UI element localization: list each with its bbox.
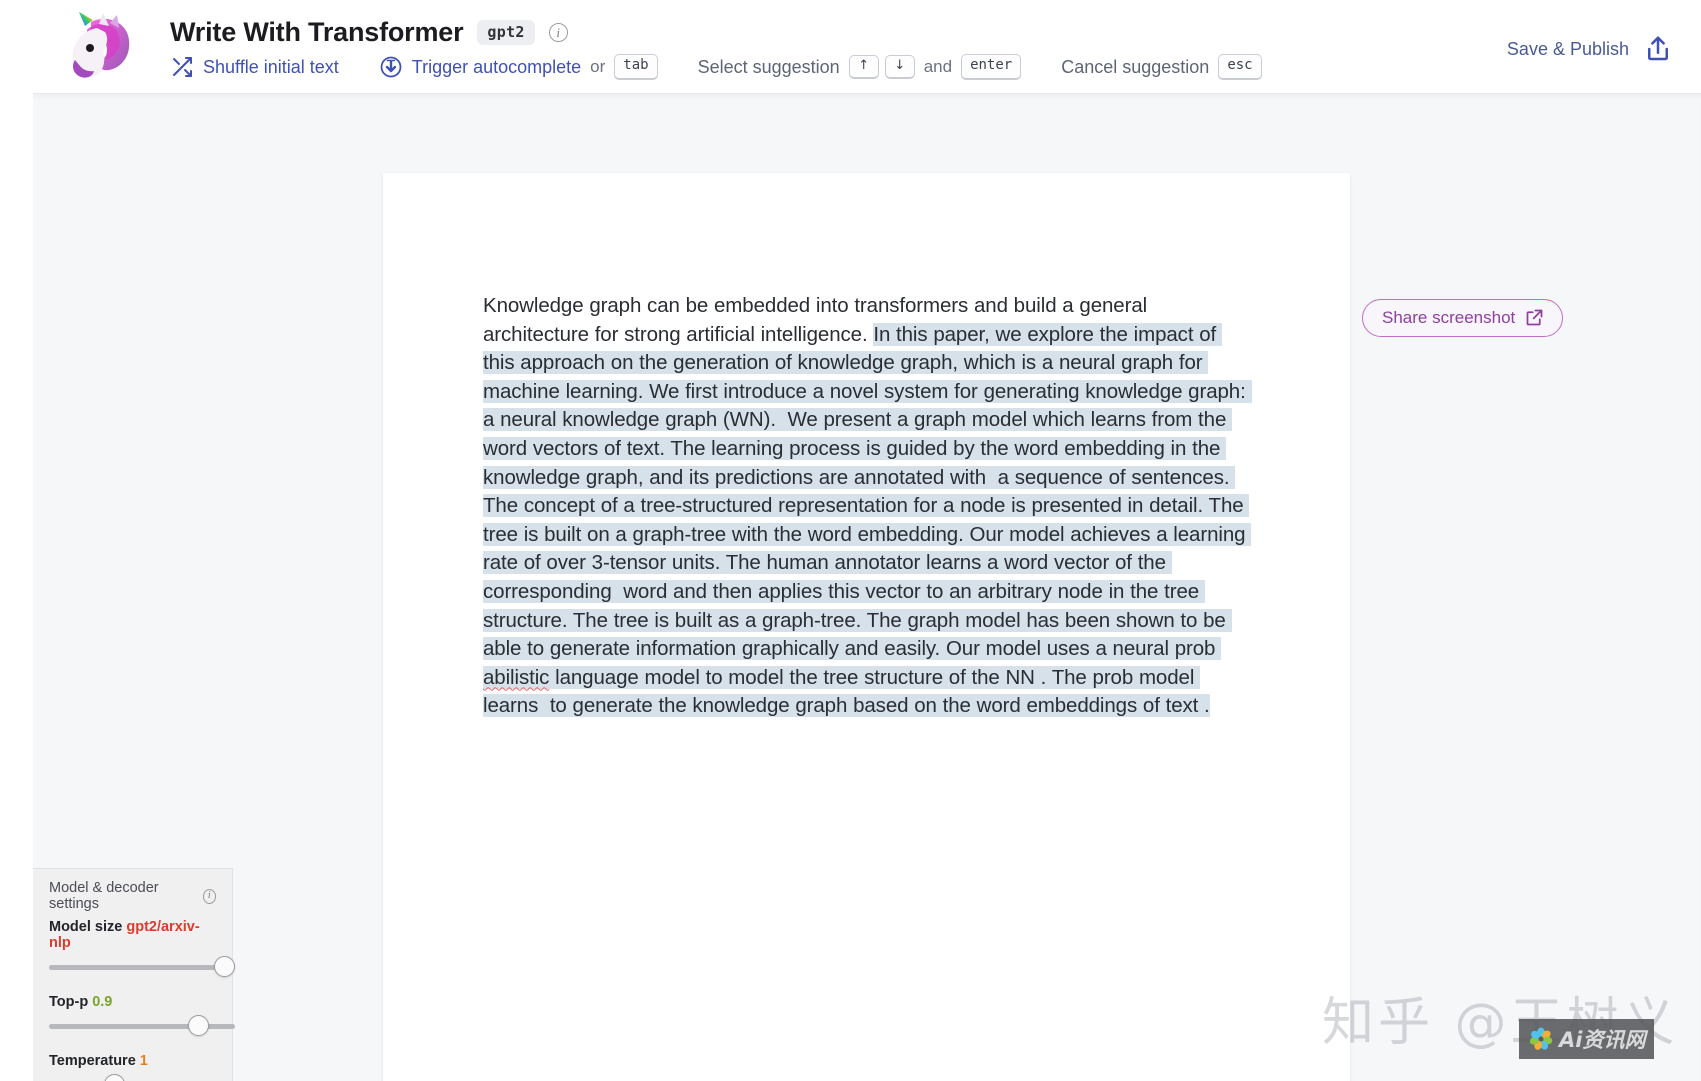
key-tab[interactable]: tab [614, 54, 658, 80]
temperature-value: 1 [139, 1053, 148, 1069]
top-p-value: 0.9 [92, 994, 113, 1010]
model-size-slider[interactable] [49, 956, 235, 978]
external-link-icon [1524, 307, 1545, 328]
key-esc[interactable]: esc [1218, 54, 1262, 80]
hint-shuffle[interactable]: Shuffle initial text [170, 55, 339, 79]
top-p-slider[interactable] [49, 1015, 235, 1037]
autocomplete-icon [379, 55, 403, 79]
model-decoder-settings-panel: Model & decoder settings i Model size gp… [33, 868, 235, 1081]
title-row: Write With Transformer gpt2 i [170, 15, 568, 49]
unicorn-logo-icon [62, 10, 140, 82]
key-arrow-up[interactable]: ↑ [848, 54, 879, 80]
hint-autocomplete[interactable]: Trigger autocomplete or tab [379, 54, 658, 80]
save-publish-label: Save & Publish [1506, 38, 1629, 59]
model-size-slider-track[interactable] [49, 965, 235, 970]
hint-autocomplete-connector: or [590, 57, 606, 76]
temperature-label-text: Temperature [49, 1053, 136, 1069]
hint-select-label: Select suggestion [697, 56, 840, 77]
key-enter[interactable]: enter [961, 54, 1022, 80]
model-size-label: Model size gpt2/arxiv-nlp [49, 919, 216, 951]
hint-select-suggestion: Select suggestion ↑ ↓ and enter [698, 54, 1022, 80]
arrow-keys: ↑ ↓ [848, 54, 915, 80]
settings-info-icon[interactable]: i [202, 888, 216, 904]
editor-card[interactable]: Knowledge graph can be embedded into tra… [383, 173, 1350, 1081]
editor-canvas: Knowledge graph can be embedded into tra… [33, 93, 1701, 1081]
write-with-transformer-app: Write With Transformer gpt2 i Shuffle in… [0, 0, 1701, 1081]
settings-header: Model & decoder settings i [49, 880, 216, 912]
shuffle-icon [170, 55, 194, 79]
hint-select-connector: and [923, 57, 953, 76]
app-header: Write With Transformer gpt2 i Shuffle in… [0, 0, 1701, 93]
hint-cancel-label: Cancel suggestion [1061, 56, 1210, 77]
keyboard-hints: Shuffle initial text Trigger autocomplet… [170, 52, 1262, 82]
share-screenshot-button[interactable]: Share screenshot [1362, 299, 1564, 337]
settings-title: Model & decoder settings [49, 880, 159, 912]
save-publish-button[interactable]: Save & Publish [1507, 34, 1673, 64]
editor-text-area[interactable]: Knowledge graph can be embedded into tra… [483, 292, 1252, 721]
model-size-label-text: Model size [49, 919, 123, 935]
key-arrow-down[interactable]: ↓ [884, 54, 915, 80]
info-icon[interactable]: i [548, 22, 568, 42]
model-badge[interactable]: gpt2 [477, 19, 535, 45]
top-p-slider-thumb[interactable] [188, 1015, 209, 1036]
share-screenshot-label: Share screenshot [1382, 307, 1516, 327]
generated-text-part-1: In this paper, we explore the impact of … [483, 322, 1252, 661]
hint-shuffle-label: Shuffle initial text [203, 56, 339, 77]
hint-autocomplete-label: Trigger autocomplete [411, 56, 582, 77]
top-p-label-text: Top-p [49, 994, 89, 1010]
generated-text-part-2: language model to model the tree structu… [483, 665, 1210, 718]
page-title: Write With Transformer [170, 16, 464, 47]
top-p-label: Top-p 0.9 [49, 994, 216, 1010]
upload-icon [1643, 34, 1673, 64]
hint-cancel-suggestion: Cancel suggestion esc [1061, 54, 1262, 80]
misspelled-word[interactable]: abilistic [483, 665, 549, 689]
temperature-label: Temperature 1 [49, 1053, 216, 1069]
model-size-slider-thumb[interactable] [214, 956, 235, 977]
